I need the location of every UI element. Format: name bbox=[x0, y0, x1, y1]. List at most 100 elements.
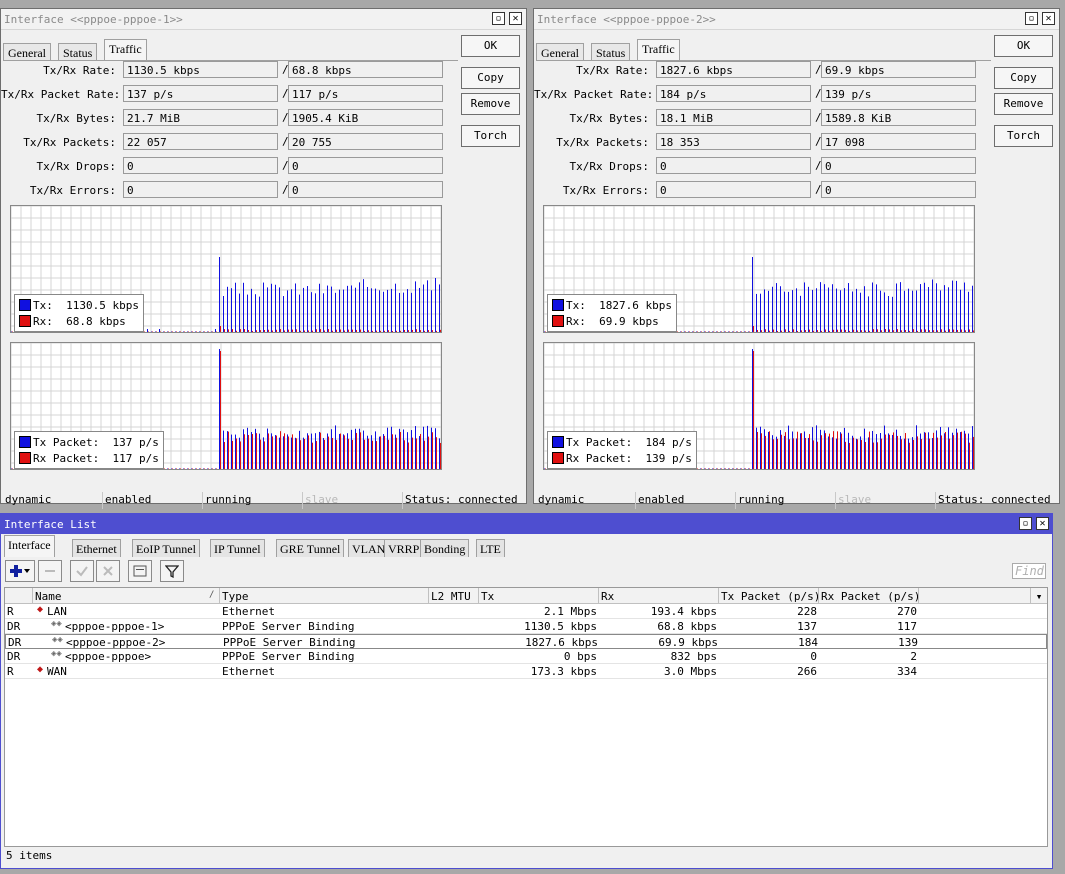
close-icon[interactable]: ✕ bbox=[1042, 12, 1055, 25]
rx-bar bbox=[376, 441, 377, 469]
column-tx-packet[interactable]: Tx Packet (p/s) bbox=[719, 588, 819, 604]
tx-bar bbox=[920, 433, 921, 469]
remove-button[interactable]: Remove bbox=[994, 93, 1053, 115]
table-row[interactable]: R ◆ WAN Ethernet 173.3 kbps 3.0 Mbps 266… bbox=[5, 664, 1047, 679]
tab-status[interactable]: Status bbox=[591, 43, 631, 60]
window-title: Interface List bbox=[4, 518, 97, 531]
copy-button[interactable]: Copy bbox=[461, 67, 520, 89]
rx-bar bbox=[12, 331, 13, 332]
rx-bar bbox=[216, 331, 217, 332]
tx-bar bbox=[928, 432, 929, 469]
field-rx-errors: 0 bbox=[288, 181, 443, 198]
maximize-icon[interactable]: ▫ bbox=[1025, 12, 1038, 25]
torch-button[interactable]: Torch bbox=[994, 125, 1053, 147]
tab-ethernet[interactable]: Ethernet bbox=[72, 539, 121, 557]
table-row-selected[interactable]: DR ◈◈ <pppoe-pppoe-2> PPPoE Server Bindi… bbox=[5, 634, 1047, 649]
tab-vrrp[interactable]: VRRP bbox=[384, 539, 424, 557]
tab-ip-tunnel[interactable]: IP Tunnel bbox=[210, 539, 265, 557]
rx-bar bbox=[961, 329, 962, 332]
column-l2-mtu[interactable]: L2 MTU bbox=[429, 588, 479, 604]
tx-bar bbox=[311, 433, 312, 469]
table-row[interactable]: R ◆ LAN Ethernet 2.1 Mbps 193.4 kbps 228… bbox=[5, 604, 1047, 619]
tx-bar bbox=[183, 331, 184, 332]
ok-button[interactable]: OK bbox=[461, 35, 520, 57]
tx-bar bbox=[399, 428, 400, 469]
rx-bar bbox=[725, 331, 726, 332]
row-type: Ethernet bbox=[222, 605, 275, 618]
ok-button[interactable]: OK bbox=[994, 35, 1053, 57]
tab-gre-tunnel[interactable]: GRE Tunnel bbox=[276, 539, 345, 557]
rx-bar bbox=[372, 440, 373, 469]
tx-bar bbox=[327, 285, 328, 332]
rx-bar bbox=[821, 330, 822, 332]
rx-bar bbox=[252, 434, 253, 469]
field-tx-errors: 0 bbox=[123, 181, 278, 198]
rx-bar bbox=[300, 330, 301, 332]
tab-traffic[interactable]: Traffic bbox=[637, 39, 680, 61]
field-tx-packet-rate: 184 p/s bbox=[656, 85, 811, 102]
column-flags[interactable] bbox=[5, 588, 33, 604]
enable-button[interactable] bbox=[70, 560, 94, 582]
tx-bar bbox=[11, 331, 12, 332]
maximize-icon[interactable]: ▫ bbox=[492, 12, 505, 25]
tab-interface[interactable]: Interface bbox=[4, 535, 55, 557]
table-row[interactable]: DR ◈◈ <pppoe-pppoe-1> PPPoE Server Bindi… bbox=[5, 619, 1047, 634]
column-name[interactable]: Name bbox=[33, 588, 220, 604]
tx-bar bbox=[848, 283, 849, 332]
rx-bar bbox=[929, 438, 930, 469]
tab-bonding[interactable]: Bonding bbox=[420, 539, 470, 557]
tab-lte[interactable]: LTE bbox=[476, 539, 505, 557]
tab-traffic[interactable]: Traffic bbox=[104, 39, 147, 61]
tx-bar bbox=[712, 331, 713, 332]
rx-bar bbox=[364, 330, 365, 332]
rx-bar bbox=[344, 330, 345, 332]
rx-bar bbox=[428, 436, 429, 469]
tx-bar bbox=[283, 296, 284, 332]
column-type[interactable]: Type bbox=[220, 588, 429, 604]
tx-bar bbox=[780, 286, 781, 332]
rx-bar bbox=[905, 433, 906, 469]
tab-status[interactable]: Status bbox=[58, 43, 98, 60]
disable-button[interactable] bbox=[96, 560, 120, 582]
field-rx-errors: 0 bbox=[821, 181, 976, 198]
rx-bar bbox=[961, 431, 962, 469]
rx-bar bbox=[841, 433, 842, 469]
row-flags: R bbox=[7, 605, 14, 618]
tab-eoip-tunnel[interactable]: EoIP Tunnel bbox=[132, 539, 200, 557]
filter-icon bbox=[165, 565, 179, 578]
add-button[interactable] bbox=[5, 560, 35, 582]
table-row[interactable]: DR ◈◈ <pppoe-pppoe> PPPoE Server Binding… bbox=[5, 649, 1047, 664]
filter-button[interactable] bbox=[160, 560, 184, 582]
rx-bar bbox=[817, 330, 818, 332]
column-rx[interactable]: Rx bbox=[599, 588, 719, 604]
tx-bar bbox=[904, 438, 905, 469]
column-tx[interactable]: Tx bbox=[479, 588, 599, 604]
column-menu-icon[interactable]: ▾ bbox=[1031, 588, 1047, 604]
window-titlebar[interactable]: Interface <<pppoe-pppoe-2>> ▫ ✕ bbox=[534, 9, 1059, 30]
copy-button[interactable]: Copy bbox=[994, 67, 1053, 89]
tx-bar bbox=[680, 331, 681, 332]
rx-bar bbox=[885, 434, 886, 469]
window-titlebar[interactable]: Interface <<pppoe-pppoe-1>> ▫ ✕ bbox=[1, 9, 526, 30]
window-titlebar[interactable]: Interface List ▫ ✕ bbox=[1, 514, 1052, 534]
tab-general[interactable]: General bbox=[536, 43, 584, 60]
remove-item-button[interactable] bbox=[38, 560, 62, 582]
close-icon[interactable]: ✕ bbox=[1036, 517, 1049, 530]
close-icon[interactable]: ✕ bbox=[509, 12, 522, 25]
comment-button[interactable] bbox=[128, 560, 152, 582]
maximize-icon[interactable]: ▫ bbox=[1019, 517, 1032, 530]
pppoe-binding-icon: ◈◈ bbox=[51, 649, 62, 659]
tx-bar bbox=[263, 437, 264, 469]
column-rx-packet[interactable]: Rx Packet (p/s) bbox=[819, 588, 919, 604]
rx-bar bbox=[408, 330, 409, 332]
find-input[interactable]: Find bbox=[1012, 563, 1046, 579]
rx-bar bbox=[188, 468, 189, 469]
remove-button[interactable]: Remove bbox=[461, 93, 520, 115]
legend-rx-packet: Rx Packet: 139 p/s bbox=[566, 451, 692, 465]
tx-bar bbox=[391, 426, 392, 469]
tab-general[interactable]: General bbox=[3, 43, 51, 60]
torch-button[interactable]: Torch bbox=[461, 125, 520, 147]
rx-bar bbox=[372, 330, 373, 332]
rx-bar bbox=[320, 329, 321, 332]
rx-bar bbox=[388, 439, 389, 469]
